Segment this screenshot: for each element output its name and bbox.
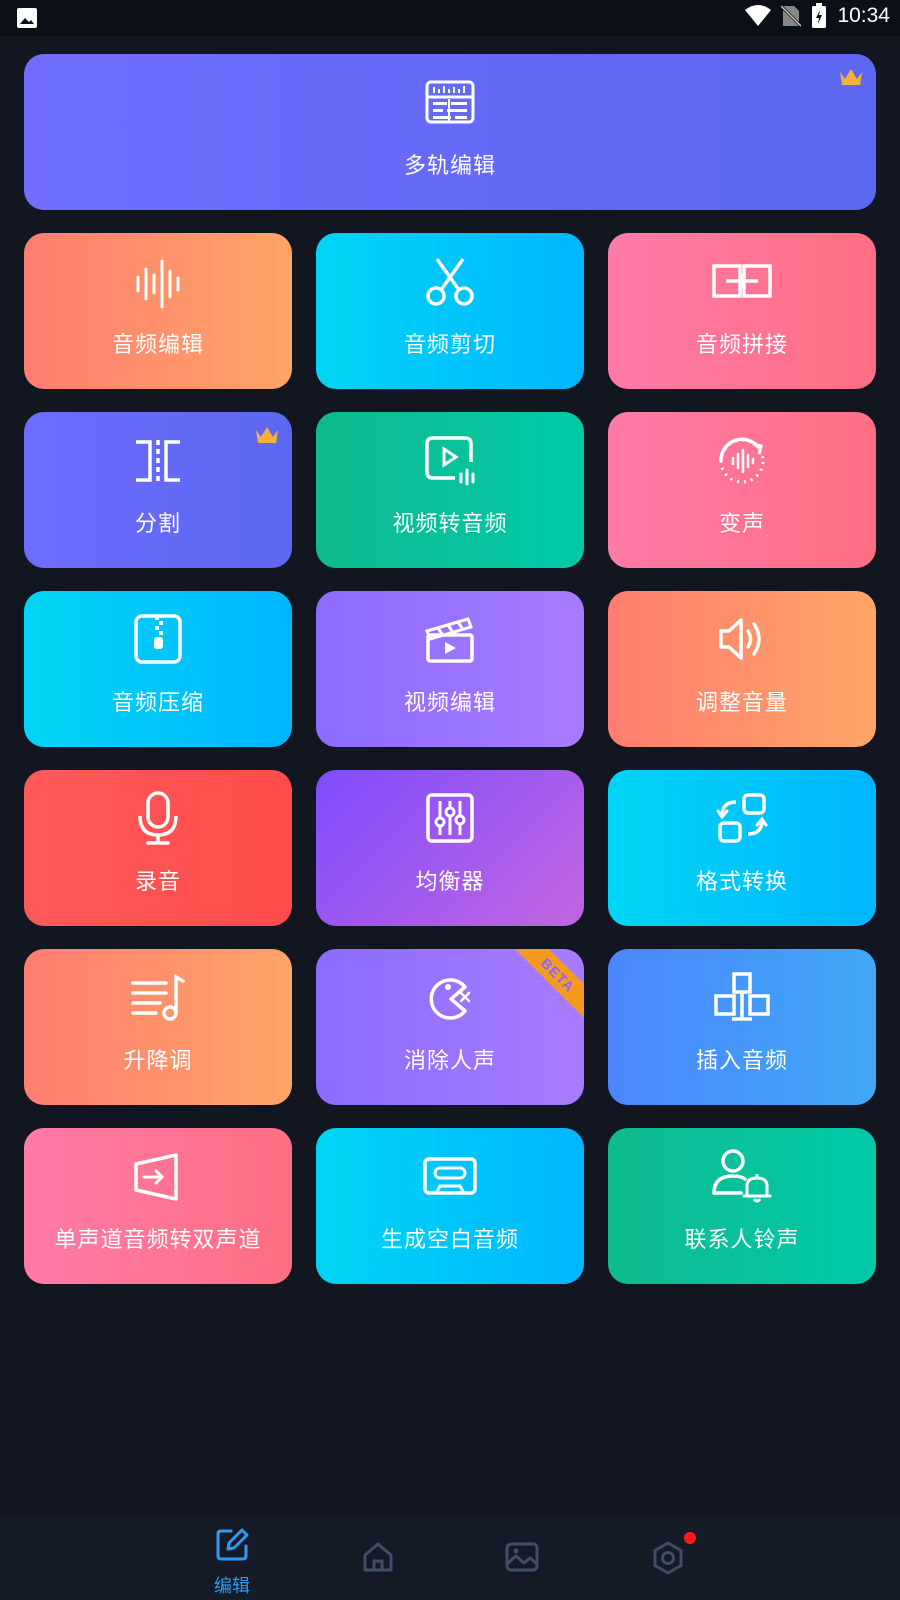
waveform-icon xyxy=(136,259,180,309)
tool-label: 调整音量 xyxy=(695,691,788,716)
status-time: 10:34 xyxy=(837,4,890,27)
vocal-remove-icon xyxy=(429,978,471,1020)
microphone-icon xyxy=(138,791,178,845)
status-bar: 10:34 xyxy=(0,0,900,36)
tool-audio-edit[interactable]: 音频编辑 xyxy=(24,233,292,389)
clapperboard-icon xyxy=(425,617,474,663)
mono-to-stereo-icon xyxy=(134,1153,178,1201)
tool-voice-change[interactable]: 变声 xyxy=(608,412,876,568)
tool-label: 音频压缩 xyxy=(111,691,204,716)
tool-insert-audio[interactable]: 插入音频 xyxy=(608,949,876,1105)
voice-change-icon xyxy=(719,437,765,484)
tool-label: 音频拼接 xyxy=(695,333,788,358)
tool-video-to-audio[interactable]: 视频转音频 xyxy=(316,412,584,568)
tool-label: 升降调 xyxy=(123,1049,193,1074)
settings-icon xyxy=(653,1541,683,1575)
video-to-audio-icon xyxy=(425,436,475,486)
tool-label: 音频编辑 xyxy=(111,333,204,358)
tool-label: 音频剪切 xyxy=(403,333,496,358)
premium-crown-icon xyxy=(256,427,278,443)
tool-label: 格式转换 xyxy=(695,870,788,895)
multi-track-edit-label: 多轨编辑 xyxy=(403,154,496,179)
no-sim-icon xyxy=(781,4,802,28)
split-icon xyxy=(136,440,180,482)
tool-label: 视频编辑 xyxy=(403,691,496,716)
wifi-icon xyxy=(745,5,772,26)
premium-crown-icon xyxy=(840,69,862,85)
tool-audio-join[interactable]: 音频拼接 xyxy=(608,233,876,389)
image-notification-icon xyxy=(17,8,37,28)
tool-label: 插入音频 xyxy=(695,1049,788,1074)
tool-label: 均衡器 xyxy=(415,870,485,895)
tool-label: 视频转音频 xyxy=(392,512,508,537)
nav-home[interactable] xyxy=(338,1516,418,1600)
beta-badge: BETA xyxy=(512,949,584,1021)
tool-label: 分割 xyxy=(134,512,181,537)
tool-generate-blank[interactable]: 生成空白音频 xyxy=(316,1128,584,1284)
tool-label: 联系人铃声 xyxy=(684,1228,800,1253)
nav-edit-label: 编辑 xyxy=(214,1576,250,1597)
tool-audio-compress[interactable]: 音频压缩 xyxy=(24,591,292,747)
home-icon xyxy=(363,1542,393,1572)
bottom-nav: 编辑 xyxy=(0,1516,900,1600)
tool-adjust-volume[interactable]: 调整音量 xyxy=(608,591,876,747)
tool-split[interactable]: 分割 xyxy=(24,412,292,568)
gallery-icon xyxy=(505,1542,539,1572)
tool-record[interactable]: 录音 xyxy=(24,770,292,926)
tool-equalizer[interactable]: 均衡器 xyxy=(316,770,584,926)
nav-gallery[interactable] xyxy=(482,1516,562,1600)
cassette-icon xyxy=(423,1157,477,1195)
tool-label: 单声道音频转双声道 xyxy=(54,1228,262,1253)
notification-dot xyxy=(684,1532,696,1544)
beta-ribbon: BETA xyxy=(512,949,584,1021)
tool-label: 录音 xyxy=(134,870,181,895)
multitrack-editor-icon xyxy=(425,80,475,124)
battery-icon xyxy=(812,3,827,28)
scissors-icon xyxy=(426,257,474,306)
zip-icon xyxy=(134,614,182,664)
tool-audio-cut[interactable]: 音频剪切 xyxy=(316,233,584,389)
edit-icon xyxy=(216,1528,249,1561)
multi-track-edit-button[interactable]: 多轨编辑 xyxy=(24,54,876,210)
join-icon xyxy=(712,264,772,298)
tool-mono-to-stereo[interactable]: 单声道音频转双声道 xyxy=(24,1128,292,1284)
tool-label: 消除人声 xyxy=(403,1049,496,1074)
format-convert-icon xyxy=(716,793,768,843)
nav-settings[interactable] xyxy=(628,1516,708,1600)
tool-label: 生成空白音频 xyxy=(380,1228,519,1253)
tool-format-convert[interactable]: 格式转换 xyxy=(608,770,876,926)
tool-label: 变声 xyxy=(718,512,765,537)
tool-pitch[interactable]: 升降调 xyxy=(24,949,292,1105)
tool-video-edit[interactable]: 视频编辑 xyxy=(316,591,584,747)
tool-contact-ringtone[interactable]: 联系人铃声 xyxy=(608,1128,876,1284)
contact-ringtone-icon xyxy=(712,1149,772,1203)
pitch-icon xyxy=(131,973,185,1021)
tool-vocal-remove[interactable]: 消除人声 BETA xyxy=(316,949,584,1105)
nav-edit[interactable]: 编辑 xyxy=(192,1516,272,1600)
speaker-icon xyxy=(719,618,761,660)
insert-icon xyxy=(714,972,770,1021)
equalizer-icon xyxy=(426,793,474,843)
